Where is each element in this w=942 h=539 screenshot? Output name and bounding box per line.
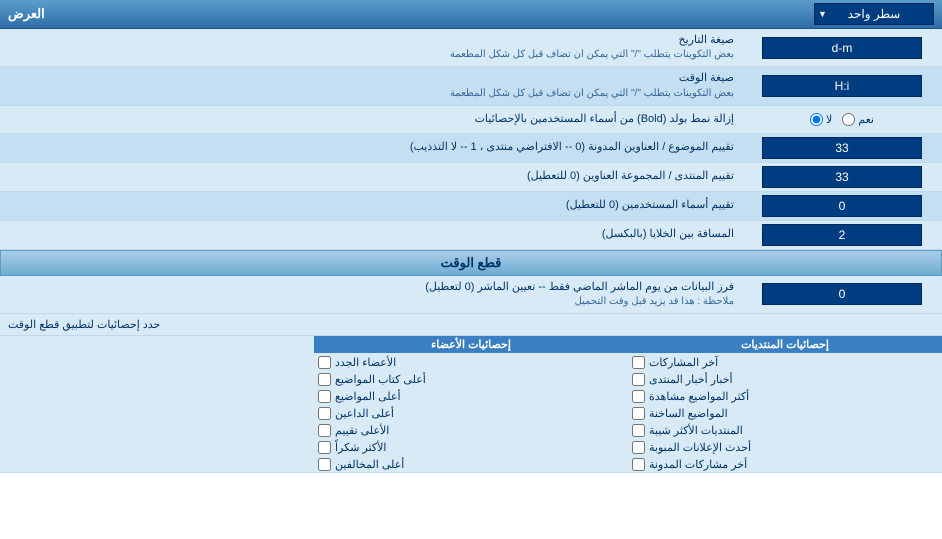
time-cut-section-title: قطع الوقت	[0, 250, 942, 276]
checkboxes-row: إحصائيات المنتديات آخر المشاركات أخبار أ…	[0, 336, 942, 472]
date-format-input[interactable]	[762, 37, 922, 59]
cb-latest-classified[interactable]	[632, 441, 645, 454]
sort-forum-label: تقييم المنتدى / المجموعة العناوين (0 للت…	[0, 165, 742, 188]
sort-topics-label: تقييم الموضوع / العناوين المدونة (0 -- ا…	[0, 136, 742, 159]
cb-item[interactable]: الأكثر شكراً	[314, 440, 628, 455]
cb-item[interactable]: أكثر المواضيع مشاهدة	[628, 389, 942, 404]
remove-bold-input-cell[interactable]: نعم لا	[742, 110, 942, 129]
cb-item[interactable]: أحدث الإعلانات المبوبة	[628, 440, 942, 455]
remove-bold-label: إزالة نمط بولد (Bold) من أسماء المستخدمي…	[0, 108, 742, 131]
col2-title: إحصائيات الأعضاء	[314, 336, 628, 353]
col-forums: إحصائيات المنتديات آخر المشاركات أخبار أ…	[628, 336, 942, 472]
cb-item[interactable]: أعلى كتاب المواضيع	[314, 372, 628, 387]
time-cut-input[interactable]	[762, 283, 922, 305]
time-format-input-cell[interactable]	[742, 72, 942, 100]
top-header: سطر واحدسطرينثلاثة أسطر العرض	[0, 0, 942, 29]
cb-most-viewed[interactable]	[632, 390, 645, 403]
cb-item[interactable]: أعلى الداعين	[314, 406, 628, 421]
checkboxes-section: حدد إحصائيات لتطبيق قطع الوقت إحصائيات ا…	[0, 314, 942, 473]
time-format-input[interactable]	[762, 75, 922, 97]
remove-bold-radio-group: نعم لا	[810, 113, 874, 126]
cb-forum-news[interactable]	[632, 373, 645, 386]
cb-item[interactable]: المنتديات الأكثر شيبة	[628, 423, 942, 438]
cb-top-writers[interactable]	[318, 373, 331, 386]
sort-topics-input[interactable]	[762, 137, 922, 159]
col-members: إحصائيات الأعضاء الأعضاء الجدد أعلى كتاب…	[314, 336, 628, 472]
sort-usernames-input-cell[interactable]	[742, 192, 942, 220]
cb-hot-topics[interactable]	[632, 407, 645, 420]
cb-top-topics[interactable]	[318, 390, 331, 403]
date-format-label: صيغة التاريخ بعض التكوينات يتطلب "/" الت…	[0, 29, 742, 66]
cb-top-rated[interactable]	[318, 424, 331, 437]
time-cut-label: فرز البيانات من يوم الماشر الماضي فقط --…	[0, 276, 742, 313]
cb-item[interactable]: آخر المشاركات	[628, 355, 942, 370]
cb-item[interactable]: أعلى المواضيع	[314, 389, 628, 404]
cb-most-similar[interactable]	[632, 424, 645, 437]
sort-usernames-row: تقييم أسماء المستخدمين (0 للتعطيل)	[0, 192, 942, 221]
sort-topics-input-cell[interactable]	[742, 134, 942, 162]
date-format-input-cell[interactable]	[742, 34, 942, 62]
cb-item[interactable]: الأعضاء الجدد	[314, 355, 628, 370]
radio-no-label[interactable]: لا	[810, 113, 832, 126]
col1-title: إحصائيات المنتديات	[628, 336, 942, 353]
col-limit: placeholder	[0, 336, 314, 472]
sort-topics-row: تقييم الموضوع / العناوين المدونة (0 -- ا…	[0, 134, 942, 163]
limit-label: حدد إحصائيات لتطبيق قطع الوقت	[0, 314, 942, 335]
cb-item[interactable]: أخبار أخبار المنتدى	[628, 372, 942, 387]
radio-yes[interactable]	[842, 113, 855, 126]
cb-most-thanks[interactable]	[318, 441, 331, 454]
distance-cells-input[interactable]	[762, 224, 922, 246]
sort-forum-input-cell[interactable]	[742, 163, 942, 191]
sort-forum-row: تقييم المنتدى / المجموعة العناوين (0 للت…	[0, 163, 942, 192]
sort-forum-input[interactable]	[762, 166, 922, 188]
distance-cells-input-cell[interactable]	[742, 221, 942, 249]
radio-no[interactable]	[810, 113, 823, 126]
time-format-label: صيغة الوقت بعض التكوينات يتطلب "/" التي …	[0, 67, 742, 104]
cb-top-violators[interactable]	[318, 458, 331, 471]
radio-yes-label[interactable]: نعم	[842, 113, 874, 126]
time-cut-row: فرز البيانات من يوم الماشر الماضي فقط --…	[0, 276, 942, 314]
cb-item[interactable]: أعلى المخالفين	[314, 457, 628, 472]
cb-item[interactable]: الأعلى تقييم	[314, 423, 628, 438]
remove-bold-row: نعم لا إزالة نمط بولد (Bold) من أسماء ال…	[0, 106, 942, 134]
time-cut-input-cell[interactable]	[742, 280, 942, 308]
sort-usernames-input[interactable]	[762, 195, 922, 217]
cb-item[interactable]: أخر مشاركات المدونة	[628, 457, 942, 472]
distance-cells-label: المسافة بين الخلايا (بالبكسل)	[0, 223, 742, 246]
time-format-row: صيغة الوقت بعض التكوينات يتطلب "/" التي …	[0, 67, 942, 105]
cb-blog-posts[interactable]	[632, 458, 645, 471]
display-dropdown-wrapper[interactable]: سطر واحدسطرينثلاثة أسطر	[814, 3, 934, 25]
page-title: العرض	[8, 6, 45, 22]
sort-usernames-label: تقييم أسماء المستخدمين (0 للتعطيل)	[0, 194, 742, 217]
cb-new-members[interactable]	[318, 356, 331, 369]
cb-last-posts[interactable]	[632, 356, 645, 369]
date-format-row: صيغة التاريخ بعض التكوينات يتطلب "/" الت…	[0, 29, 942, 67]
distance-cells-row: المسافة بين الخلايا (بالبكسل)	[0, 221, 942, 250]
cb-item[interactable]: المواضيع الساخنة	[628, 406, 942, 421]
cb-top-inviters[interactable]	[318, 407, 331, 420]
display-dropdown[interactable]: سطر واحدسطرينثلاثة أسطر	[814, 3, 934, 25]
